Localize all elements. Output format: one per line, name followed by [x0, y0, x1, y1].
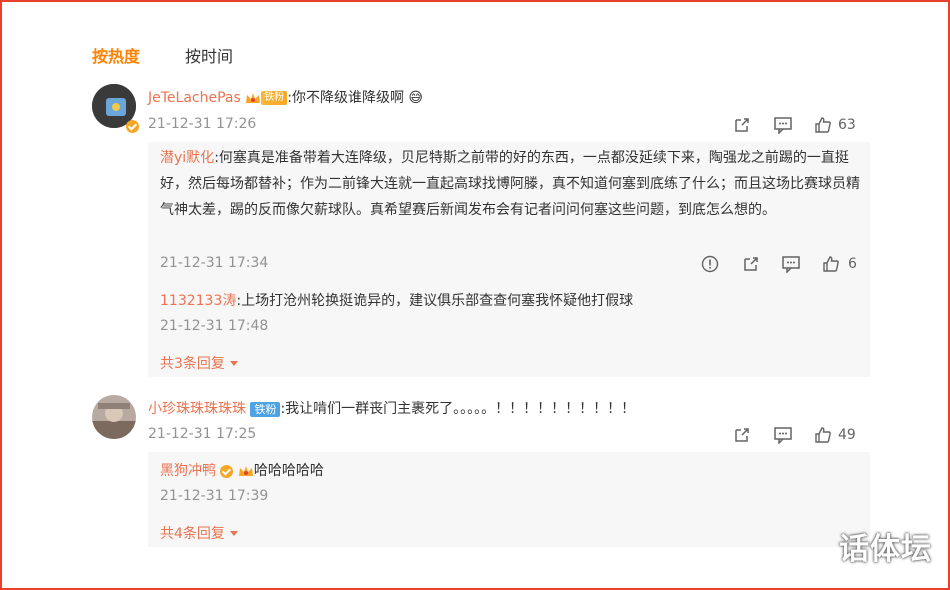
verified-badge — [220, 463, 234, 479]
like-button[interactable]: 6 — [822, 255, 857, 273]
crown-icon — [238, 464, 254, 478]
reply-username[interactable]: 黑狗冲鸭 — [160, 463, 216, 479]
reply-text: :上场打沧州轮换挺诡异的，建议俱乐部查查何塞我怀疑他打假球 — [236, 293, 634, 309]
share-icon — [735, 428, 749, 442]
fan-badge: 铁粉 — [261, 91, 288, 105]
reply-2: 1132133涛:上场打沧州轮换挺诡异的，建议俱乐部查查何塞我怀疑他打假球 — [160, 290, 633, 310]
caret-down-icon — [230, 361, 239, 366]
reply-time: 21-12-31 17:39 — [160, 488, 269, 504]
tab-by-time[interactable]: 按时间 — [185, 43, 233, 67]
reply-username[interactable]: 潜yi默化 — [160, 150, 214, 166]
comment-username[interactable]: 小珍珠珠珠珠珠 — [148, 401, 246, 417]
comment-text: :我让啃们一群丧门主裹死了。。。。。！！！！！！！！！！ — [280, 401, 636, 417]
thumbs-up-icon — [823, 256, 839, 272]
like-count: 63 — [838, 117, 856, 133]
reply-username[interactable]: 1132133涛 — [160, 293, 236, 309]
like-count: 6 — [848, 256, 857, 272]
avatar-image-icon — [92, 395, 136, 439]
reply-time: 21-12-31 17:48 — [160, 318, 269, 334]
comment-button[interactable] — [773, 116, 793, 134]
share-icon — [744, 257, 758, 271]
comment-icon — [774, 427, 792, 444]
tab-by-popularity[interactable]: 按热度 — [92, 43, 140, 67]
comment-button[interactable] — [773, 426, 793, 444]
reply-1: 黑狗冲鸭 哈哈哈哈哈 — [160, 460, 324, 480]
thumbs-up-icon — [815, 117, 831, 133]
caret-down-icon — [230, 531, 239, 536]
comment-button[interactable] — [781, 255, 801, 273]
reply-1: 潜yi默化:何塞真是准备带着大连降级，贝尼特斯之前带的好的东西，一点都没延续下来… — [160, 145, 870, 223]
reply-text: 哈哈哈哈哈 — [253, 463, 324, 479]
comment-text: :你不降级谁降级啊 — [287, 90, 404, 106]
crown-icon — [245, 91, 261, 105]
emoji-sweat-icon: 😅 — [408, 90, 424, 106]
like-button[interactable]: 49 — [814, 426, 856, 444]
reply-time: 21-12-31 17:34 — [160, 255, 269, 271]
like-count: 49 — [838, 427, 856, 443]
comment-time: 21-12-31 17:26 — [148, 116, 257, 132]
comment-1-line: JeTeLachePas 铁粉:你不降级谁降级啊 😅 — [148, 87, 423, 107]
watermark: 话体坛 — [839, 532, 932, 567]
comment-time: 21-12-31 17:25 — [148, 426, 257, 442]
report-button[interactable] — [701, 255, 719, 273]
more-replies-link[interactable]: 共3条回复 — [160, 353, 239, 373]
share-icon — [735, 118, 749, 132]
more-replies-link[interactable]: 共4条回复 — [160, 523, 239, 543]
like-button[interactable]: 63 — [814, 116, 856, 134]
share-button[interactable] — [733, 426, 751, 444]
comment-icon — [774, 117, 792, 134]
alert-circle-icon — [701, 255, 719, 273]
share-button[interactable] — [733, 116, 751, 134]
comment-icon — [782, 256, 800, 273]
comment-username[interactable]: JeTeLachePas — [148, 90, 241, 106]
avatar[interactable] — [92, 395, 136, 439]
comment-2-line: 小珍珠珠珠珠珠 铁粉:我让啃们一群丧门主裹死了。。。。。！！！！！！！！！！ — [148, 398, 635, 418]
verified-badge — [126, 116, 139, 135]
reply-text: :何塞真是准备带着大连降级，贝尼特斯之前带的好的东西，一点都没延续下来，陶强龙之… — [160, 150, 860, 218]
thumbs-up-icon — [815, 427, 831, 443]
share-button[interactable] — [742, 255, 760, 273]
fan-badge: 铁粉 — [250, 401, 281, 417]
